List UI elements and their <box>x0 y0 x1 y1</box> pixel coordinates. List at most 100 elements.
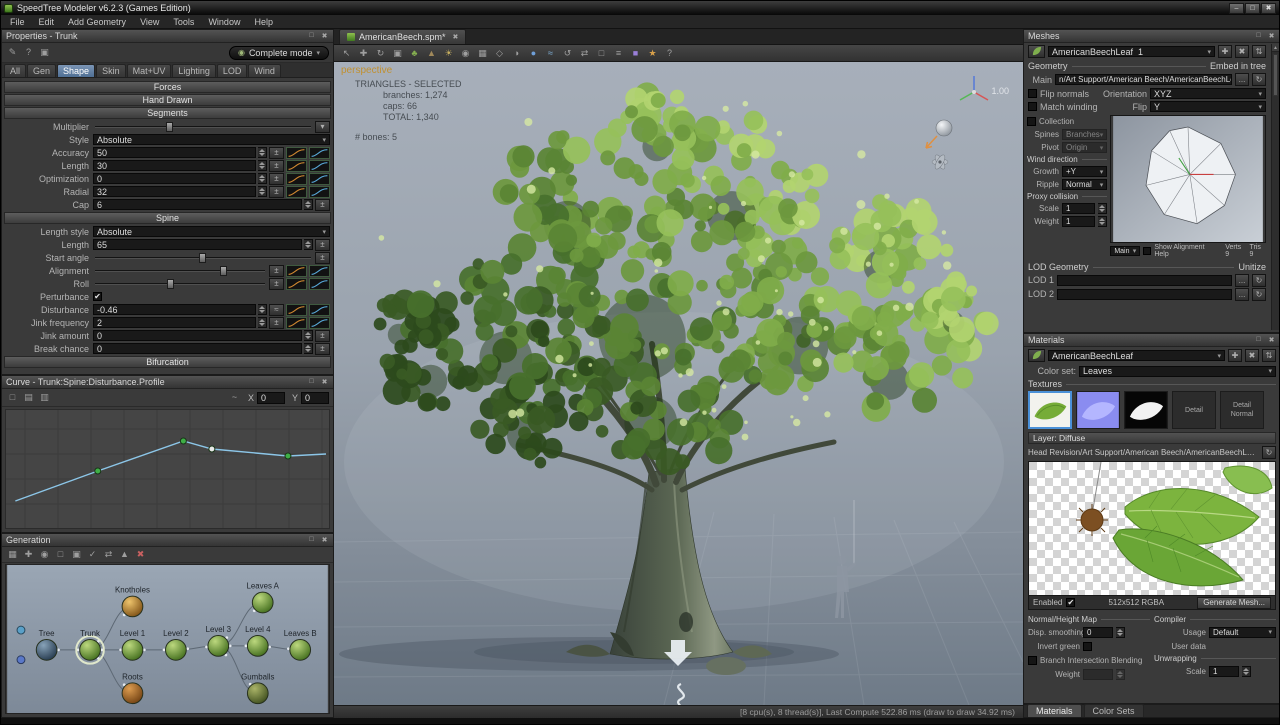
jink-frequency-plusminus-button[interactable]: ± <box>269 317 284 329</box>
lod1-path-input[interactable] <box>1057 275 1232 286</box>
gen-node-level-2[interactable]: Level 2 <box>163 629 188 660</box>
translate-tool-icon[interactable]: ✚ <box>357 47 370 60</box>
length-plusminus-button[interactable]: ± <box>315 239 330 251</box>
optimization-profile-curve-button[interactable] <box>309 173 330 185</box>
help-icon[interactable]: ? <box>22 46 35 59</box>
length-spinner[interactable] <box>258 160 267 171</box>
close-button[interactable]: ✖ <box>1261 3 1276 14</box>
meshes-panel-header[interactable]: Meshes □ ✖ <box>1024 30 1280 43</box>
cap-spinner[interactable] <box>304 199 313 210</box>
usage-select[interactable]: Default▾ <box>1209 627 1276 638</box>
jink-frequency-parent-curve-button[interactable] <box>286 317 307 329</box>
radial-spinner[interactable] <box>258 186 267 197</box>
gen-magnet-icon[interactable]: ▣ <box>70 548 83 561</box>
panel-close-icon[interactable]: ✖ <box>320 378 329 386</box>
gen-link-icon[interactable]: ⇄ <box>102 548 115 561</box>
accuracy-profile-curve-button[interactable] <box>309 147 330 159</box>
panel-float-icon[interactable]: □ <box>307 32 316 40</box>
length-profile-curve-button[interactable] <box>309 160 330 172</box>
lod1-reload-icon[interactable]: ↻ <box>1252 274 1266 287</box>
blend-weight-input[interactable] <box>1083 669 1113 680</box>
viewport-canvas[interactable] <box>334 62 1023 705</box>
curve-point-3[interactable] <box>209 446 215 452</box>
enabled-checkbox[interactable]: ✔ <box>1066 598 1075 607</box>
lod2-browse-button[interactable]: ... <box>1235 288 1249 301</box>
bounds-toggle-icon[interactable]: □ <box>595 47 608 60</box>
alpha-texture-thumbnail[interactable] <box>1124 391 1168 429</box>
unwrap-scale-spinner[interactable] <box>1242 666 1251 677</box>
reorder-material-button[interactable]: ⇅ <box>1262 349 1276 362</box>
wind-toggle-icon[interactable]: ≈ <box>544 47 557 60</box>
section-hand-drawn[interactable]: Hand Drawn <box>4 94 331 106</box>
viewport-3d[interactable]: perspective TRIANGLES - SELECTED branche… <box>334 62 1023 705</box>
generation-panel-header[interactable]: Generation □ ✖ <box>2 534 333 547</box>
tab-gen[interactable]: Gen <box>27 64 56 77</box>
jink-frequency-spinner[interactable] <box>258 317 267 328</box>
tab-lighting[interactable]: Lighting <box>172 64 216 77</box>
curve-point-4[interactable] <box>285 453 291 459</box>
roll-slider[interactable] <box>93 278 267 290</box>
panel-close-icon[interactable]: ✖ <box>320 32 329 40</box>
section-bifurcation[interactable]: Bifurcation <box>4 356 331 368</box>
orientation-select[interactable]: XYZ▾ <box>1150 88 1266 99</box>
edit-tool-icon[interactable]: ✎ <box>6 46 19 59</box>
roll-parent-curve-button[interactable] <box>286 278 307 290</box>
jink-amount-input[interactable]: 0 <box>93 330 302 341</box>
compute-icon[interactable]: ★ <box>646 47 659 60</box>
scroll-up-icon[interactable]: ▲ <box>1272 44 1279 52</box>
start-angle-slider-handle[interactable] <box>199 253 206 263</box>
menu-help[interactable]: Help <box>247 17 280 27</box>
curve-y-input[interactable]: 0 <box>301 392 329 404</box>
roll-plusminus-button[interactable]: ± <box>269 278 284 290</box>
menu-file[interactable]: File <box>3 17 32 27</box>
properties-panel-header[interactable]: Properties - Trunk □ ✖ <box>2 30 333 43</box>
panel-float-icon[interactable]: □ <box>307 378 316 386</box>
optimization-parent-curve-button[interactable] <box>286 173 307 185</box>
accuracy-input[interactable]: 50 <box>93 147 256 158</box>
gen-layout-icon[interactable]: ▦ <box>6 548 19 561</box>
alignment-plusminus-button[interactable]: ± <box>269 265 284 277</box>
jink-amount-plusminus-button[interactable]: ± <box>315 330 330 342</box>
reload-texture-icon[interactable]: ↻ <box>1262 446 1276 459</box>
material-select[interactable]: AmericanBeechLeaf▾ <box>1048 350 1225 361</box>
lod2-path-input[interactable] <box>1057 289 1232 300</box>
start-angle-slider[interactable] <box>93 252 313 264</box>
disturbance-input[interactable]: -0.46 <box>93 304 256 315</box>
materials-panel-header[interactable]: Materials □ ✖ <box>1024 334 1280 347</box>
start-angle-plusminus-button[interactable]: ± <box>315 252 330 264</box>
pin-icon[interactable]: ▣ <box>38 46 51 59</box>
radial-parent-curve-button[interactable] <box>286 186 307 198</box>
disturbance-parent-curve-button[interactable] <box>286 304 307 316</box>
delete-material-button[interactable]: ✖ <box>1245 349 1259 362</box>
show-alignment-help-checkbox[interactable] <box>1143 247 1151 255</box>
browse-obj-button[interactable]: ... <box>1235 73 1249 86</box>
mesh-scale-input[interactable]: 1 <box>1062 203 1095 214</box>
embed-in-tree-label[interactable]: Embed in tree <box>1210 61 1266 71</box>
menu-add-geometry[interactable]: Add Geometry <box>61 17 133 27</box>
mesh-select[interactable]: AmericanBeechLeaf_1▾ <box>1048 46 1215 57</box>
alignment-profile-curve-button[interactable] <box>309 265 330 277</box>
add-mesh-button[interactable]: ✚ <box>1218 45 1232 58</box>
break-chance-spinner[interactable] <box>304 343 313 354</box>
reload-obj-icon[interactable]: ↻ <box>1252 73 1266 86</box>
disturbance-profile-curve-button[interactable] <box>309 304 330 316</box>
panel-float-icon[interactable]: □ <box>1254 336 1263 344</box>
gen-side-node-b[interactable] <box>17 656 25 664</box>
gen-node-trunk[interactable]: Trunk <box>76 629 104 664</box>
viewport-help-icon[interactable]: ? <box>663 47 676 60</box>
panel-float-icon[interactable]: □ <box>1254 32 1263 40</box>
tab-materials[interactable]: Materials <box>1027 704 1082 717</box>
mesh-weight-input[interactable]: 1 <box>1062 216 1095 227</box>
pivot-select[interactable]: Origin▾ <box>1062 142 1107 153</box>
disturbance-plusminus-button[interactable]: ≈ <box>269 304 284 316</box>
gen-validate-icon[interactable]: ✓ <box>86 548 99 561</box>
menu-view[interactable]: View <box>133 17 166 27</box>
gen-add-node-icon[interactable]: ✚ <box>22 548 35 561</box>
gen-side-node-a[interactable] <box>17 626 25 634</box>
show-branches-icon[interactable]: ▲ <box>425 47 438 60</box>
cap-input[interactable]: 6 <box>93 199 302 210</box>
minimize-button[interactable]: – <box>1229 3 1244 14</box>
section-spine[interactable]: Spine <box>4 212 331 224</box>
jink-amount-spinner[interactable] <box>304 330 313 341</box>
color-set-select[interactable]: Leaves▾ <box>1079 366 1276 377</box>
